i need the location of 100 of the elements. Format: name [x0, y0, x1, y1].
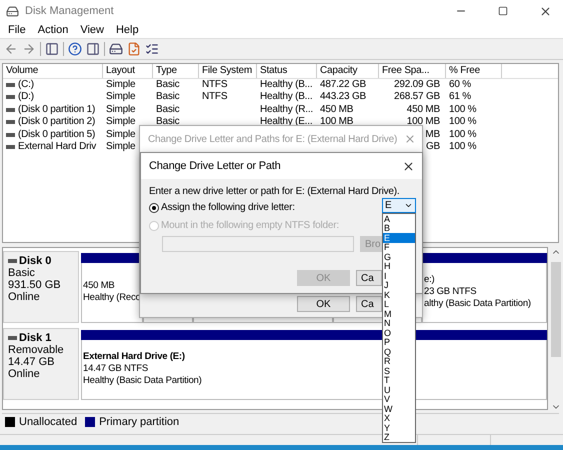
disk-label[interactable]: Disk 1 Removable 14.47 GB Online: [3, 328, 79, 400]
dialog-button[interactable]: OK: [297, 296, 350, 312]
table-cell: GB: [426, 141, 440, 154]
dropdown-option[interactable]: E: [383, 233, 415, 243]
table-cell: External Hard Driv: [18, 141, 96, 154]
dropdown-option[interactable]: N: [383, 319, 415, 328]
table-cell: 487.22 GB: [320, 78, 366, 92]
dropdown-option[interactable]: J: [383, 281, 415, 290]
disk-type: Basic: [8, 266, 35, 279]
dropdown-option[interactable]: A: [383, 214, 415, 224]
column-header[interactable]: Volume: [3, 64, 103, 78]
dropdown-option[interactable]: S: [383, 366, 415, 376]
dropdown-option[interactable]: H: [383, 262, 415, 271]
disk-label[interactable]: Disk 0 Basic 931.50 GB Online: [3, 250, 79, 323]
table-cell: Healthy (R...: [260, 104, 313, 116]
dropdown-option[interactable]: Q: [383, 347, 415, 357]
table-cell: Basic: [156, 116, 180, 129]
list-icon[interactable]: [145, 42, 159, 56]
disk-size: 931.50 GB: [8, 278, 61, 291]
dropdown-option[interactable]: L: [383, 300, 415, 309]
partition-text: External Hard Drive (E:): [83, 351, 185, 364]
dropdown-option[interactable]: X: [383, 414, 415, 423]
table-cell: Simple: [106, 141, 136, 154]
drive-letter-dropdown[interactable]: E: [382, 198, 416, 213]
forward-icon[interactable]: [22, 42, 36, 56]
dialog-button[interactable]: Ca: [356, 270, 382, 286]
column-header[interactable]: Layout: [103, 64, 153, 78]
column-header[interactable]: Status: [257, 64, 317, 78]
menu-item[interactable]: View: [74, 24, 110, 36]
table-cell: Simple: [106, 91, 136, 104]
column-header[interactable]: Free Spa...: [379, 64, 446, 78]
table-cell: 450 MB: [406, 104, 440, 116]
dialog-prompt: Enter a new drive letter or path for E: (External Hard Drive).: [149, 186, 400, 197]
legend-label: Primary partition: [99, 416, 180, 428]
drive-icon[interactable]: [109, 42, 123, 56]
disk-state: Online: [8, 290, 40, 303]
column-header[interactable]: Type: [153, 64, 199, 78]
panel-icon[interactable]: [45, 42, 59, 56]
dropdown-option[interactable]: G: [383, 252, 415, 262]
panel-icon[interactable]: [86, 42, 100, 56]
disk-size: 14.47 GB: [8, 356, 54, 368]
table-cell: NTFS: [202, 78, 228, 92]
table-cell: 100 MB: [320, 116, 354, 129]
back-icon[interactable]: [4, 42, 18, 56]
close-icon[interactable]: [538, 4, 552, 18]
app-icon: [6, 4, 19, 18]
dialog-title: Change Drive Letter and Paths for E: (External Hard Drive): [148, 134, 398, 144]
table-cell: (Disk 0 partition 2): [18, 116, 96, 129]
dropdown-option[interactable]: U: [383, 385, 415, 395]
dropdown-option[interactable]: O: [383, 328, 415, 338]
table-cell: 100 MB: [406, 116, 440, 129]
disk-state: Online: [8, 368, 40, 380]
dropdown-option[interactable]: K: [383, 290, 415, 300]
column-header[interactable]: File System: [199, 64, 257, 78]
menu-item[interactable]: Help: [110, 24, 145, 36]
table-cell: Healthy (B...: [260, 91, 312, 104]
dropdown-option[interactable]: Z: [383, 433, 415, 442]
disk-name: Disk 0: [19, 254, 52, 267]
dialog-button[interactable]: Ca: [356, 296, 382, 312]
table-cell: 100 %: [449, 116, 476, 129]
partition-text: 450 MB: [83, 280, 115, 292]
partition-text: Healthy (Basic Data Partition): [83, 375, 202, 388]
legend-label: Unallocated: [19, 416, 78, 428]
radio-label[interactable]: Assign the following drive letter:: [161, 202, 295, 213]
menu-item[interactable]: File: [2, 24, 32, 36]
dropdown-option[interactable]: Y: [383, 423, 415, 433]
partition-text: 23 GB NTFS: [424, 286, 476, 298]
dropdown-option[interactable]: I: [383, 271, 415, 281]
checklist-icon[interactable]: [127, 42, 141, 56]
dropdown-option[interactable]: P: [383, 338, 415, 347]
table-cell: NTFS: [202, 91, 228, 104]
table-cell: (Disk 0 partition 1): [18, 104, 96, 116]
table-cell: Basic: [156, 104, 180, 116]
menu-item[interactable]: Action: [32, 24, 74, 36]
disk-type: Removable: [8, 344, 64, 356]
radio-button[interactable]: [149, 202, 159, 212]
column-header[interactable]: % Free: [446, 64, 502, 78]
table-cell: Simple: [106, 116, 136, 129]
dropdown-option[interactable]: F: [383, 243, 415, 252]
table-cell: (Disk 0 partition 5): [18, 128, 96, 142]
table-cell: 443.23 GB: [320, 91, 366, 104]
dropdown-option[interactable]: B: [383, 224, 415, 233]
maximize-icon[interactable]: [498, 6, 508, 16]
dropdown-option[interactable]: T: [383, 376, 415, 385]
table-cell: 450 MB: [320, 104, 354, 116]
table-cell: 100 %: [449, 104, 476, 116]
column-header[interactable]: Capacity: [317, 64, 379, 78]
dropdown-option[interactable]: M: [383, 309, 415, 319]
dropdown-option[interactable]: R: [383, 357, 415, 366]
window-title: Disk Management: [25, 5, 115, 17]
table-cell: MB: [425, 128, 440, 142]
table-cell: 61 %: [449, 91, 471, 104]
table-cell: Simple: [106, 78, 136, 92]
partition-text: e:): [424, 274, 434, 286]
dropdown-option[interactable]: W: [383, 404, 415, 414]
close-icon[interactable]: [402, 160, 414, 172]
disk-name: Disk 1: [19, 332, 52, 344]
help-icon[interactable]: [68, 42, 82, 56]
table-cell: (D:): [18, 91, 34, 104]
table-cell: 100 %: [449, 141, 476, 154]
